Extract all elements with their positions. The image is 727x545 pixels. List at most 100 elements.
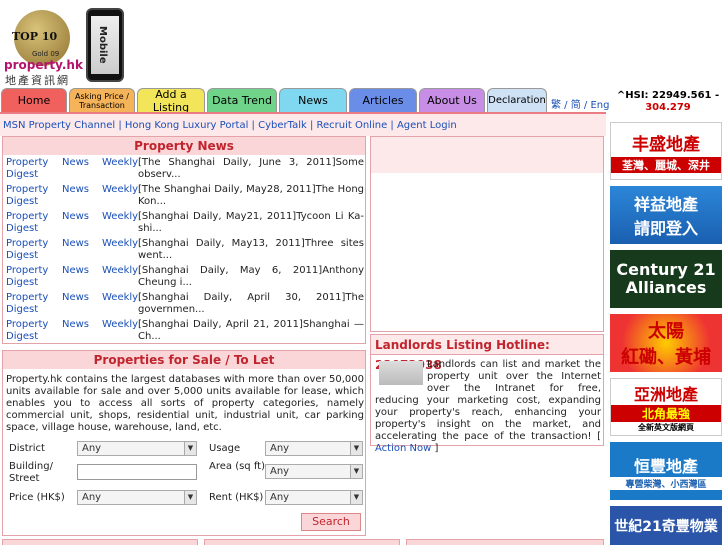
price-select[interactable]: Any ▼ — [77, 490, 197, 505]
action-now-link[interactable]: Action Now — [375, 443, 431, 454]
landlords-panel: Landlords Listing Hotline: 23072938 Land… — [370, 334, 604, 454]
mobile-phone-banner[interactable]: Mobile — [86, 8, 124, 82]
news-cat-2: News — [62, 292, 90, 303]
logo-chinese-name: 地產資訊網 — [5, 74, 70, 87]
news-title[interactable]: [Shanghai Daily, May13, 2011]Three sites… — [138, 238, 364, 262]
news-title[interactable]: [Shanghai Daily, April 30, 2011]The gove… — [138, 292, 364, 316]
search-button[interactable]: Search — [301, 513, 361, 531]
ad-cheung-yik[interactable]: 祥益地產 請即登入 — [610, 186, 722, 244]
ad5-small: 全新英文版網頁 — [638, 423, 694, 432]
usage-label: Usage — [209, 443, 241, 454]
tab-home[interactable]: Home — [1, 88, 67, 112]
news-cat-3: Weekly — [102, 319, 139, 330]
building-label: Building/ Street — [9, 461, 53, 484]
phone-label: Mobile — [97, 26, 108, 64]
news-cat-4: Digest — [6, 196, 39, 207]
news-cat-4: Digest — [6, 277, 39, 288]
news-cat-2: News — [62, 157, 90, 168]
hsi-change: 304.279 — [645, 102, 691, 113]
news-title[interactable]: [Shanghai Daily, May21, 2011]Tycoon Li K… — [138, 211, 364, 235]
price-value: Any — [82, 492, 102, 503]
ad-asia[interactable]: 亞洲地產 北角最強 全新英文版網頁 — [610, 378, 722, 436]
main-nav: Home Asking Price / Transaction Add a Li… — [0, 88, 606, 114]
usage-select[interactable]: Any ▼ — [265, 441, 363, 456]
tab-news[interactable]: News — [279, 88, 347, 112]
ad1-subtitle: 荃灣、麗城、深井 — [611, 156, 721, 173]
ad-century21-kei-fung[interactable]: 世紀21奇豐物業 — [610, 506, 722, 545]
news-item[interactable]: Property News Weekly Digest [Shanghai Daily,… — [6, 265, 364, 291]
chevron-down-icon: ▼ — [350, 491, 362, 504]
area-label: Area (sq ft) — [209, 461, 265, 472]
news-cat-3: Weekly — [102, 265, 139, 276]
image-spacer — [375, 359, 427, 395]
news-cat-4: Digest — [6, 304, 39, 315]
header: TOP 10 Gold 09 property.hk 地產資訊網 Mobile — [0, 0, 727, 88]
ad-fung-shing[interactable]: 丰盛地產 荃灣、麗城、深井 — [610, 122, 722, 180]
news-cat-1: Property — [6, 184, 49, 195]
usage-value: Any — [270, 443, 290, 454]
news-cat-4: Digest — [6, 250, 39, 261]
language-switch[interactable]: 繁 / 简 / Eng — [551, 96, 609, 111]
news-item[interactable]: Property News Weekly Digest [Shanghai Daily,… — [6, 319, 364, 345]
sale-heading: Properties for Sale / To Let — [3, 351, 365, 369]
bottom-panel-3 — [406, 539, 604, 545]
logo-top-text: TOP 10 — [12, 30, 58, 43]
news-cat-1: Property — [6, 292, 49, 303]
bottom-panel-1 — [2, 539, 198, 545]
ad-sun[interactable]: 太陽 紅磡、黃埔 — [610, 314, 722, 372]
news-cat-2: News — [62, 319, 90, 330]
news-item[interactable]: Property News Weekly Digest [Shanghai Daily,… — [6, 292, 364, 318]
landlords-text: Landlords can list and market the proper… — [375, 359, 601, 455]
news-cat-2: News — [62, 211, 90, 222]
landlords-heading: Landlords Listing Hotline: 23072938 — [371, 335, 603, 372]
chevron-down-icon: ▼ — [350, 442, 362, 455]
news-cat-2: News — [62, 265, 90, 276]
news-cat-3: Weekly — [102, 157, 139, 168]
tab-about-us[interactable]: About Us — [419, 88, 485, 112]
ad4-title: 太陽 — [648, 321, 684, 342]
chevron-down-icon: ▼ — [184, 442, 196, 455]
news-cat-1: Property — [6, 265, 49, 276]
hsi-ticker: ^HSI: 22949.561 - 304.279 — [612, 90, 724, 114]
news-title[interactable]: [The Shanghai Daily, May28, 2011]The Hon… — [138, 184, 364, 208]
tab-add-listing[interactable]: Add a Listing — [137, 88, 205, 114]
news-item[interactable]: Property News Weekly Digest [The Shanghai Da… — [6, 157, 364, 183]
property-hk-logo[interactable]: TOP 10 Gold 09 property.hk 地產資訊網 — [4, 8, 84, 87]
news-cat-3: Weekly — [102, 184, 139, 195]
ad-hang-fung[interactable]: 恒豐地產 專營柴灣、小西灣區 — [610, 442, 722, 500]
rent-label: Rent (HK$) — [209, 492, 264, 503]
news-title[interactable]: [Shanghai Daily, April 21, 2011]Shanghai… — [138, 319, 364, 343]
tab-asking-price[interactable]: Asking Price / Transaction — [69, 88, 135, 112]
ad2-subtitle: 請即登入 — [633, 219, 698, 238]
landlords-close-bracket: ] — [431, 443, 439, 454]
news-item[interactable]: Property News Weekly Digest [Shanghai Daily,… — [6, 238, 364, 264]
properties-sale-panel: Properties for Sale / To Let Property.hk… — [2, 350, 366, 536]
news-cat-3: Weekly — [102, 292, 139, 303]
rent-select[interactable]: Any ▼ — [265, 490, 363, 505]
tab-articles[interactable]: Articles — [349, 88, 417, 112]
tab-data-trend[interactable]: Data Trend — [207, 88, 277, 112]
news-item[interactable]: Property News Weekly Digest [Shanghai Daily,… — [6, 211, 364, 237]
district-select[interactable]: Any ▼ — [77, 441, 197, 456]
ad-century21[interactable]: Century 21 Alliances — [610, 250, 722, 308]
news-cat-1: Property — [6, 238, 49, 249]
news-title[interactable]: [Shanghai Daily, May 6, 2011]Anthony Che… — [138, 265, 364, 289]
news-cat-3: Weekly — [102, 238, 139, 249]
logo-name: property.hk — [4, 58, 83, 72]
price-label: Price (HK$) — [9, 492, 65, 503]
tab-declaration[interactable]: Declaration — [487, 88, 547, 112]
property-news-heading: Property News — [3, 137, 365, 155]
news-title[interactable]: [The Shanghai Daily, June 3, 2011]Some o… — [138, 157, 364, 181]
news-cat-1: Property — [6, 157, 49, 168]
news-item[interactable]: Property News Weekly Digest [The Shanghai Da… — [6, 184, 364, 210]
building-input[interactable] — [77, 464, 197, 480]
ad5-title: 亞洲地產 — [633, 385, 698, 404]
news-cat-3: Weekly — [102, 211, 139, 222]
area-select[interactable]: Any ▼ — [265, 464, 363, 479]
ad2-title: 祥益地產 — [633, 195, 698, 214]
phone-screen: Mobile — [91, 16, 119, 74]
news-cat-1: Property — [6, 319, 49, 330]
news-cat-4: Digest — [6, 169, 39, 180]
sub-links-bar[interactable]: MSN Property Channel | Hong Kong Luxury … — [0, 112, 606, 136]
logo-gold-text: Gold 09 — [32, 50, 60, 58]
